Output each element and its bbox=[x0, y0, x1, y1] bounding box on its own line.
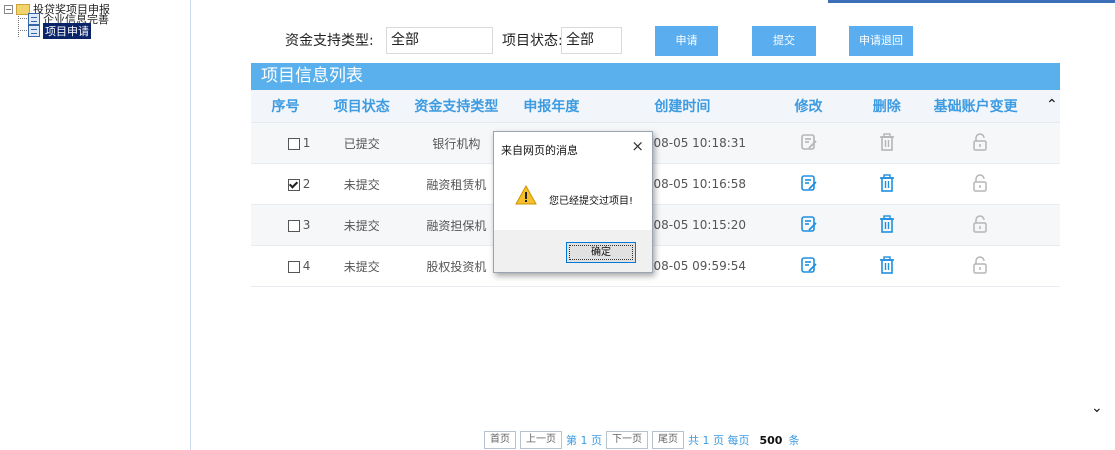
row-status: 未提交 bbox=[320, 163, 404, 205]
ok-button[interactable]: 确定 bbox=[566, 242, 636, 263]
row-select-cell: 4 bbox=[251, 245, 321, 287]
row-number: 1 bbox=[302, 136, 311, 150]
row-account-cell bbox=[927, 122, 1060, 164]
row-account-cell bbox=[927, 245, 1060, 287]
page-icon bbox=[28, 13, 40, 25]
collapse-icon[interactable]: − bbox=[4, 4, 13, 14]
edit-icon[interactable] bbox=[800, 215, 818, 233]
col-header: 修改 bbox=[771, 90, 846, 123]
page-total: 共 1 页 每页 bbox=[688, 434, 750, 447]
edit-icon[interactable] bbox=[800, 174, 818, 192]
dialog-title: 来自网页的消息 bbox=[501, 144, 578, 157]
row-number: 3 bbox=[302, 218, 311, 232]
unlock-icon bbox=[972, 132, 987, 151]
tree-item-project-apply[interactable]: 项目申请 bbox=[28, 23, 91, 39]
row-delete-cell bbox=[846, 204, 928, 246]
unlock-icon bbox=[972, 255, 987, 274]
row-checkbox[interactable] bbox=[287, 137, 300, 150]
table-row: 4 未提交 股权投资机 2022-08-05 09:59:54 bbox=[251, 245, 1060, 287]
per-page-unit: 条 bbox=[788, 434, 800, 447]
current-page: 第 1 页 bbox=[566, 434, 602, 447]
submit-button[interactable]: 提交 bbox=[752, 26, 816, 56]
dialog-message: 您已经提交过项目! bbox=[549, 196, 634, 207]
dialog-footer: 确定 bbox=[494, 230, 652, 272]
table-row: 2 未提交 融资租赁机 2022-08-05 10:16:58 bbox=[251, 163, 1060, 205]
unlock-icon bbox=[972, 214, 987, 233]
col-header: 创建时间 bbox=[593, 90, 772, 123]
edit-icon[interactable] bbox=[800, 256, 818, 274]
col-header: 删除 bbox=[846, 90, 928, 123]
alert-dialog: 来自网页的消息 × 您已经提交过项目! 确定 bbox=[493, 131, 653, 273]
table-row: 1 已提交 银行机构 2022-08-05 10:18:31 bbox=[251, 122, 1060, 164]
warning-icon bbox=[515, 185, 537, 205]
row-checkbox[interactable] bbox=[287, 219, 300, 232]
row-status: 未提交 bbox=[320, 245, 404, 287]
page-icon bbox=[28, 25, 40, 37]
scroll-down-icon[interactable]: ⌄ bbox=[1091, 400, 1103, 416]
row-delete-cell bbox=[846, 122, 928, 164]
row-edit-cell bbox=[771, 204, 846, 246]
row-select-cell: 2 bbox=[251, 163, 321, 205]
withdraw-button[interactable]: 申请退回 bbox=[849, 26, 913, 56]
row-edit-cell bbox=[771, 163, 846, 205]
row-status: 已提交 bbox=[320, 122, 404, 164]
row-checkbox[interactable] bbox=[287, 260, 300, 273]
tree-item-label: 项目申请 bbox=[43, 23, 91, 39]
apply-button[interactable]: 申请 bbox=[655, 26, 718, 56]
prev-page-button[interactable]: 上一页 bbox=[520, 431, 562, 449]
support-type-select[interactable]: 全部 bbox=[386, 27, 493, 54]
row-select-cell: 3 bbox=[251, 204, 321, 246]
row-delete-cell bbox=[846, 245, 928, 287]
row-edit-cell bbox=[771, 245, 846, 287]
row-status: 未提交 bbox=[320, 204, 404, 246]
project-table: 序号 项目状态 资金支持类型 申报年度 创建时间 修改 删除 基础账户变更 1已… bbox=[251, 90, 1060, 287]
row-checkbox[interactable] bbox=[287, 178, 300, 191]
row-delete-cell bbox=[846, 163, 928, 205]
col-header: 序号 bbox=[251, 90, 321, 123]
row-number: 4 bbox=[302, 259, 311, 273]
pagination: 首页 上一页 第 1 页 下一页 尾页 共 1 页 每页 500 条 bbox=[484, 431, 803, 449]
col-header: 资金支持类型 bbox=[403, 90, 510, 123]
close-icon[interactable]: × bbox=[631, 137, 644, 155]
status-select[interactable]: 全部 bbox=[561, 27, 622, 54]
table-header-row: 序号 项目状态 资金支持类型 申报年度 创建时间 修改 删除 基础账户变更 bbox=[251, 90, 1060, 123]
status-label: 项目状态: bbox=[502, 33, 563, 49]
last-page-button[interactable]: 尾页 bbox=[652, 431, 684, 449]
per-page-count: 500 bbox=[759, 433, 783, 447]
row-number: 2 bbox=[302, 177, 311, 191]
row-edit-cell bbox=[771, 122, 846, 164]
row-account-cell bbox=[927, 204, 1060, 246]
tree-connector bbox=[18, 18, 27, 19]
table-title: 项目信息列表 bbox=[251, 63, 1060, 90]
row-select-cell: 1 bbox=[251, 122, 321, 164]
trash-icon[interactable] bbox=[879, 255, 895, 274]
sidebar-tree: − 投贷奖项目申报 企业信息完善 项目申请 bbox=[0, 0, 191, 450]
scroll-up-icon[interactable]: ⌃ bbox=[1046, 97, 1058, 113]
trash-icon[interactable] bbox=[879, 173, 895, 192]
row-account-cell bbox=[927, 163, 1060, 205]
edit-icon bbox=[800, 133, 817, 150]
table-row: 3 未提交 融资担保机 2022-08-05 10:15:20 bbox=[251, 204, 1060, 246]
support-type-label: 资金支持类型: bbox=[285, 33, 374, 49]
col-header: 项目状态 bbox=[320, 90, 404, 123]
top-accent-bar bbox=[828, 0, 1115, 3]
trash-icon bbox=[879, 132, 894, 151]
top-breadcrumb-strip bbox=[190, 0, 710, 6]
first-page-button[interactable]: 首页 bbox=[484, 431, 516, 449]
trash-icon[interactable] bbox=[879, 214, 895, 233]
next-page-button[interactable]: 下一页 bbox=[606, 431, 648, 449]
unlock-icon bbox=[972, 173, 987, 192]
col-header: 基础账户变更 bbox=[927, 90, 1060, 123]
tree-connector bbox=[18, 30, 27, 31]
col-header: 申报年度 bbox=[509, 90, 594, 123]
